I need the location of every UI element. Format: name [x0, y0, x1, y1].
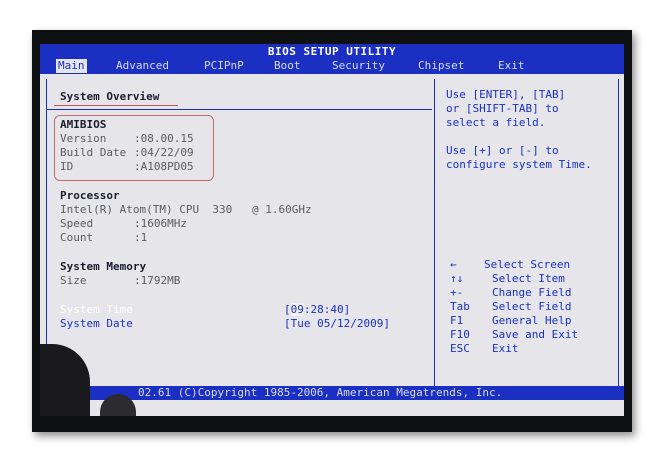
time-rest: :28:40]: [303, 303, 351, 316]
memory-heading: System Memory: [60, 260, 147, 273]
tab-main[interactable]: Main: [56, 59, 87, 73]
help-line-4: Use [+] or [-] to: [446, 144, 559, 157]
speed-value: :1606MHz: [134, 217, 187, 230]
key-f10: F10: [450, 328, 470, 341]
system-time-field[interactable]: [09:28:40]: [284, 303, 350, 317]
key-tab-action: Select Field: [492, 300, 572, 313]
system-time-label[interactable]: System Time: [60, 303, 133, 317]
amibios-heading: AMIBIOS: [60, 118, 107, 131]
tab-boot[interactable]: Boot: [274, 59, 301, 73]
version-label: Version: [60, 132, 107, 145]
tab-advanced[interactable]: Advanced: [116, 59, 169, 73]
system-date-label[interactable]: System Date: [60, 317, 133, 331]
time-hour-selected[interactable]: 09: [290, 303, 304, 316]
tab-exit[interactable]: Exit: [498, 59, 525, 73]
memory-size-value: :1792MB: [134, 274, 181, 287]
menu-bar: Main Advanced PCIPnP Boot Security Chips…: [40, 58, 624, 74]
key-plus-minus-action: Change Field: [492, 286, 572, 299]
processor-heading: Processor: [60, 189, 120, 202]
help-line-2: or [SHIFT-TAB] to: [446, 102, 559, 115]
key-f10-action: Save and Exit: [492, 328, 579, 341]
bios-screen: BIOS SETUP UTILITY Main Advanced PCIPnP …: [40, 44, 624, 416]
key-arrow-lr: ←: [450, 258, 457, 271]
id-label: ID: [60, 160, 74, 173]
version-value: :08.00.15: [134, 132, 194, 145]
help-line-1: Use [ENTER], [TAB]: [446, 88, 566, 101]
help-line-5: configure system Time.: [446, 158, 592, 171]
build-date-value: :04/22/09: [134, 146, 194, 159]
system-date-field[interactable]: [Tue 05/12/2009]: [284, 317, 390, 331]
time-bracket: [: [284, 303, 291, 316]
key-arrow-lr-action: Select Screen: [484, 258, 571, 271]
memory-size-label: Size: [60, 274, 87, 287]
panel-divider: [434, 79, 435, 387]
key-f1: F1: [450, 314, 464, 327]
count-label: Count: [60, 231, 94, 244]
tab-pcipnp[interactable]: PCIPnP: [204, 59, 244, 73]
key-esc-action: Exit: [492, 342, 519, 355]
section-title: System Overview: [60, 90, 160, 103]
build-date-label: Build Date: [60, 146, 127, 159]
section-divider: [46, 109, 432, 110]
bios-title: BIOS SETUP UTILITY: [40, 44, 624, 58]
key-arrow-ud-action: Select Item: [492, 272, 565, 285]
id-value: :A108PD05: [134, 160, 194, 173]
tab-security[interactable]: Security: [332, 59, 385, 73]
speed-label: Speed: [60, 217, 94, 230]
key-plus-minus: +-: [450, 286, 464, 299]
copyright-text: 02.61 (C)Copyright 1985-2006, American M…: [138, 386, 503, 399]
tab-chipset[interactable]: Chipset: [418, 59, 464, 73]
key-f1-action: General Help: [492, 314, 572, 327]
key-esc: ESC: [450, 342, 470, 355]
processor-model: Intel(R) Atom(TM) CPU 330 @ 1.60GHz: [60, 203, 312, 216]
count-value: :1: [134, 231, 148, 244]
key-arrow-ud: ↑↓: [450, 272, 464, 285]
section-title-underline: [54, 105, 178, 106]
help-line-3: select a field.: [446, 116, 546, 129]
key-tab: Tab: [450, 300, 470, 313]
